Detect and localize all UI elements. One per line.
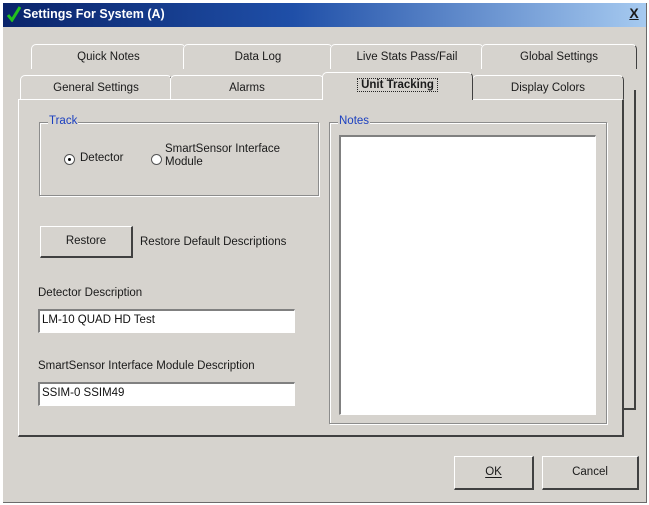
tab-data-log[interactable]: Data Log [183, 44, 333, 69]
window-title: Settings For System (A) [23, 7, 165, 21]
cancel-button[interactable]: Cancel [542, 456, 639, 490]
ok-button[interactable]: OK [454, 456, 534, 490]
ssim-radio[interactable] [151, 154, 162, 165]
tab-global-settings[interactable]: Global Settings [481, 44, 637, 69]
tab-unit-tracking[interactable]: Unit Tracking [322, 72, 473, 100]
detector-description-input[interactable]: LM-10 QUAD HD Test [38, 309, 295, 333]
restore-button[interactable]: Restore [40, 226, 133, 258]
title-bar[interactable]: Settings For System (A) [3, 3, 646, 27]
notes-textarea[interactable] [339, 135, 596, 415]
restore-description: Restore Default Descriptions [140, 236, 287, 248]
tab-live-stats[interactable]: Live Stats Pass/Fail [330, 44, 484, 69]
cancel-button-label: Cancel [572, 466, 608, 478]
track-legend: Track [48, 115, 79, 127]
check-icon [7, 6, 21, 22]
tab-quick-notes[interactable]: Quick Notes [31, 44, 186, 69]
detector-description-label: Detector Description [38, 287, 143, 299]
ssim-radio-label: SmartSensor Interface Module [165, 143, 281, 168]
notes-legend: Notes [338, 115, 371, 127]
tab-alarms[interactable]: Alarms [170, 75, 324, 100]
detector-radio-label: Detector [80, 152, 124, 164]
tab-display-colors[interactable]: Display Colors [472, 75, 624, 100]
ssim-description-label: SmartSensor Interface Module Description [38, 360, 255, 372]
ssim-description-input[interactable]: SSIM-0 SSIM49 [38, 382, 295, 406]
tab-general-settings[interactable]: General Settings [20, 75, 172, 100]
detector-radio[interactable] [64, 154, 75, 165]
close-button[interactable]: X [626, 5, 642, 21]
ok-button-label: OK [485, 466, 502, 478]
